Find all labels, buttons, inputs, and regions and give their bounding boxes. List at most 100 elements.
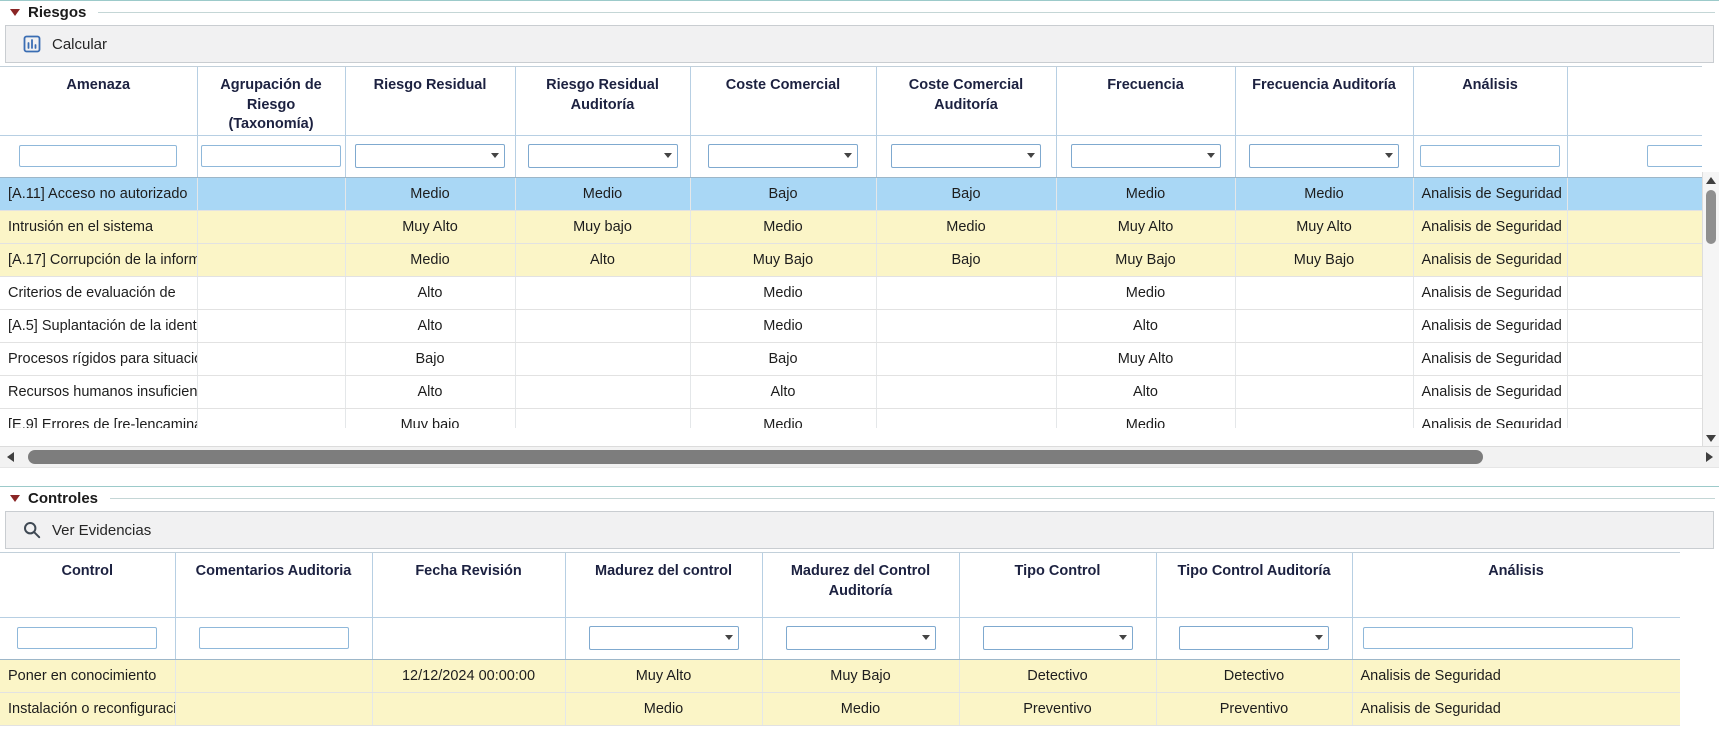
table-cell[interactable]: [A.5] Suplantación de la identidad bbox=[0, 309, 197, 342]
table-cell[interactable] bbox=[1235, 408, 1413, 428]
table-cell[interactable]: Preventivo bbox=[959, 692, 1156, 725]
table-cell[interactable]: Medio bbox=[690, 276, 876, 309]
table-cell[interactable]: Muy Alto bbox=[1235, 210, 1413, 243]
column-header[interactable]: Control bbox=[0, 553, 175, 617]
table-cell[interactable] bbox=[1567, 276, 1702, 309]
table-cell[interactable]: Medio bbox=[762, 692, 959, 725]
column-header[interactable]: Madurez del Control Auditoría bbox=[762, 553, 959, 617]
table-cell[interactable] bbox=[515, 309, 690, 342]
column-header[interactable]: Madurez del control bbox=[565, 553, 762, 617]
table-cell[interactable]: Analisis de Seguridad bbox=[1413, 408, 1567, 428]
filter-select-control[interactable] bbox=[891, 144, 1041, 168]
table-cell[interactable] bbox=[1567, 408, 1702, 428]
table-cell[interactable]: Alto bbox=[515, 243, 690, 276]
filter-select[interactable] bbox=[1249, 144, 1399, 168]
table-cell[interactable] bbox=[876, 342, 1056, 375]
filter-input[interactable] bbox=[1647, 145, 1702, 167]
column-header[interactable]: Coste Comercial bbox=[690, 67, 876, 135]
column-header[interactable]: Tipo Control bbox=[959, 553, 1156, 617]
table-cell[interactable] bbox=[175, 692, 372, 725]
table-cell[interactable]: Detectivo bbox=[1156, 659, 1352, 692]
filter-select[interactable] bbox=[708, 144, 858, 168]
scroll-right-button[interactable] bbox=[1699, 447, 1719, 467]
table-cell[interactable]: Medio bbox=[690, 210, 876, 243]
table-cell[interactable]: Intrusión en el sistema bbox=[0, 210, 197, 243]
table-cell[interactable]: Medio bbox=[1056, 276, 1235, 309]
table-cell[interactable]: Analisis de Seguridad bbox=[1413, 375, 1567, 408]
filter-input[interactable] bbox=[1363, 627, 1633, 649]
column-header[interactable]: Riesgo Residual Auditoría bbox=[515, 67, 690, 135]
table-cell[interactable] bbox=[876, 408, 1056, 428]
table-cell[interactable]: Medio bbox=[1056, 177, 1235, 210]
table-cell[interactable]: Alto bbox=[345, 375, 515, 408]
horizontal-scrollbar[interactable] bbox=[0, 446, 1719, 468]
table-row[interactable]: [A.5] Suplantación de la identidadAltoMe… bbox=[0, 309, 1702, 342]
table-cell[interactable]: Detectivo bbox=[959, 659, 1156, 692]
calcular-button[interactable]: Calcular bbox=[18, 32, 111, 56]
table-cell[interactable]: Criterios de evaluación de bbox=[0, 276, 197, 309]
table-cell[interactable] bbox=[876, 309, 1056, 342]
vertical-scrollbar[interactable] bbox=[1702, 172, 1719, 446]
horizontal-scroll-thumb[interactable] bbox=[28, 450, 1483, 464]
table-row[interactable]: Criterios de evaluación deAltoMedioMedio… bbox=[0, 276, 1702, 309]
filter-select[interactable] bbox=[355, 144, 505, 168]
table-row[interactable]: Intrusión en el sistemaMuy AltoMuy bajoM… bbox=[0, 210, 1702, 243]
table-row[interactable]: [A.11] Acceso no autorizadoMedioMedioBaj… bbox=[0, 177, 1702, 210]
filter-select-control[interactable] bbox=[355, 144, 505, 168]
table-row[interactable]: [E.9] Errores de [re-]encaminamientoMuy … bbox=[0, 408, 1702, 428]
filter-select-control[interactable] bbox=[528, 144, 678, 168]
filter-input[interactable] bbox=[201, 145, 341, 167]
collapse-icon[interactable] bbox=[10, 9, 20, 16]
horizontal-scroll-track[interactable] bbox=[20, 447, 1699, 467]
table-cell[interactable]: Bajo bbox=[876, 177, 1056, 210]
scroll-down-button[interactable] bbox=[1703, 430, 1719, 446]
table-cell[interactable] bbox=[372, 692, 565, 725]
filter-select[interactable] bbox=[1179, 626, 1329, 650]
table-cell[interactable] bbox=[197, 342, 345, 375]
table-cell[interactable]: Muy Bajo bbox=[690, 243, 876, 276]
table-cell[interactable] bbox=[1235, 309, 1413, 342]
filter-select-control[interactable] bbox=[708, 144, 858, 168]
table-cell[interactable] bbox=[1235, 342, 1413, 375]
table-cell[interactable]: Analisis de Seguridad bbox=[1352, 692, 1680, 725]
table-cell[interactable] bbox=[197, 276, 345, 309]
controles-table[interactable]: ControlComentarios AuditoriaFecha Revisi… bbox=[0, 553, 1680, 726]
scroll-left-button[interactable] bbox=[0, 447, 20, 467]
table-cell[interactable]: Analisis de Seguridad bbox=[1413, 177, 1567, 210]
column-header[interactable]: Tipo Control Auditoría bbox=[1156, 553, 1352, 617]
table-cell[interactable] bbox=[1567, 177, 1702, 210]
ver-evidencias-button[interactable]: Ver Evidencias bbox=[18, 518, 155, 542]
vertical-scroll-thumb[interactable] bbox=[1706, 190, 1716, 244]
table-cell[interactable] bbox=[197, 408, 345, 428]
table-cell[interactable]: Medio bbox=[345, 177, 515, 210]
filter-select[interactable] bbox=[983, 626, 1133, 650]
table-cell[interactable]: Analisis de Seguridad bbox=[1413, 276, 1567, 309]
table-cell[interactable]: Medio bbox=[345, 243, 515, 276]
table-cell[interactable] bbox=[515, 408, 690, 428]
table-cell[interactable] bbox=[197, 309, 345, 342]
controles-group-header[interactable]: Controles bbox=[0, 487, 1719, 510]
table-cell[interactable]: Recursos humanos insuficientes bbox=[0, 375, 197, 408]
table-cell[interactable]: Analisis de Seguridad bbox=[1352, 659, 1680, 692]
table-cell[interactable]: Analisis de Seguridad bbox=[1413, 243, 1567, 276]
table-cell[interactable]: Procesos rígidos para situaciones bbox=[0, 342, 197, 375]
table-cell[interactable] bbox=[515, 375, 690, 408]
table-cell[interactable] bbox=[876, 375, 1056, 408]
table-cell[interactable]: Medio bbox=[1056, 408, 1235, 428]
table-cell[interactable] bbox=[1567, 309, 1702, 342]
table-cell[interactable] bbox=[1235, 276, 1413, 309]
table-row[interactable]: Poner en conocimiento12/12/2024 00:00:00… bbox=[0, 659, 1680, 692]
filter-select[interactable] bbox=[786, 626, 936, 650]
table-cell[interactable]: Medio bbox=[515, 177, 690, 210]
table-cell[interactable] bbox=[876, 276, 1056, 309]
table-cell[interactable]: Analisis de Seguridad bbox=[1413, 210, 1567, 243]
column-header[interactable]: Comentarios Auditoria bbox=[175, 553, 372, 617]
table-cell[interactable]: Muy Alto bbox=[565, 659, 762, 692]
table-row[interactable]: Recursos humanos insuficientesAltoAltoAl… bbox=[0, 375, 1702, 408]
column-header[interactable]: Frecuencia bbox=[1056, 67, 1235, 135]
filter-input[interactable] bbox=[17, 627, 157, 649]
column-header[interactable]: Agrupación de Riesgo (Taxonomía) bbox=[197, 67, 345, 135]
table-cell[interactable]: [A.11] Acceso no autorizado bbox=[0, 177, 197, 210]
filter-select-control[interactable] bbox=[1071, 144, 1221, 168]
column-header[interactable]: Coste Comercial Auditoría bbox=[876, 67, 1056, 135]
